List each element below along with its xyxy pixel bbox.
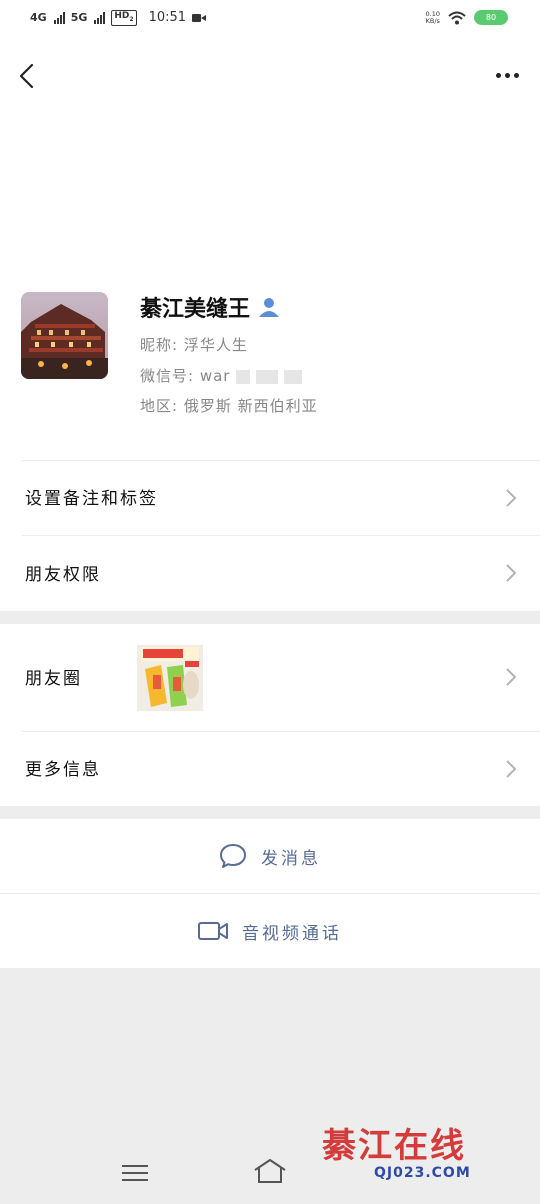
send-message-button[interactable]: 发消息 [0,819,540,893]
back-button[interactable] [12,60,44,92]
network-speed: 0.10 KB/s [425,9,440,25]
contact-name: 綦江美缝王 [140,296,251,322]
chevron-right-icon [506,564,517,582]
signal-icon-2 [94,11,106,24]
wechat-id-row: 微信号: war [140,365,303,386]
chat-bubble-icon [220,844,246,868]
remarks-tags-label: 设置备注和标签 [25,489,158,509]
status-bar: 4G 5G HD2 10:51 0.10 KB/s 80 [0,0,540,40]
watermark-title: 綦江在线 [322,1126,466,1166]
remarks-tags-row[interactable]: 设置备注和标签 [0,460,540,535]
more-options-button[interactable] [492,60,522,90]
moments-label: 朋友圈 [25,669,82,689]
chevron-right-icon [506,668,517,686]
screen-record-icon [192,13,207,23]
divider [22,535,540,536]
region-text: 地区: 俄罗斯 新西伯利亚 [140,397,318,415]
hd-badge: HD2 [111,10,137,26]
friend-permissions-label: 朋友权限 [25,565,101,585]
redacted-block [236,369,251,384]
more-info-label: 更多信息 [25,760,101,780]
network-4g-label: 4G [30,11,47,25]
recent-apps-icon[interactable] [122,1164,148,1182]
signal-icon [53,11,65,24]
more-dot-icon [495,72,501,78]
watermark-url: QJ023.COM [374,1165,471,1181]
send-message-label: 发消息 [261,848,321,869]
divider [22,731,540,732]
battery-indicator: 80 [474,10,508,25]
avatar-image [21,292,108,379]
nickname-text: 昵称: 浮华人生 [140,336,248,354]
video-camera-icon [198,922,228,940]
moments-row[interactable]: 朋友圈 [0,624,540,731]
more-info-row[interactable]: 更多信息 [0,731,540,806]
video-call-button[interactable]: 音视频通话 [0,893,540,968]
chevron-right-icon [506,489,517,507]
friend-permissions-row[interactable]: 朋友权限 [0,535,540,611]
wifi-icon [448,11,466,24]
chevron-right-icon [506,760,517,778]
divider [22,460,540,461]
wechat-id-text: 微信号: war [140,367,231,385]
video-call-label: 音视频通话 [242,923,342,944]
profile-header: 綦江美缝王 昵称: 浮华人生 微信号: war 地区: 俄罗斯 新西伯利亚 [0,40,540,460]
contact-person-icon [259,298,280,317]
network-5g-label: 5G [70,11,88,25]
chevron-left-icon [19,63,34,89]
site-watermark: 綦江在线 QJ023.COM [322,1118,522,1188]
home-icon[interactable] [253,1158,287,1184]
clock: 10:51 [148,10,187,26]
avatar[interactable] [21,292,108,379]
moments-thumbnail [137,645,203,711]
